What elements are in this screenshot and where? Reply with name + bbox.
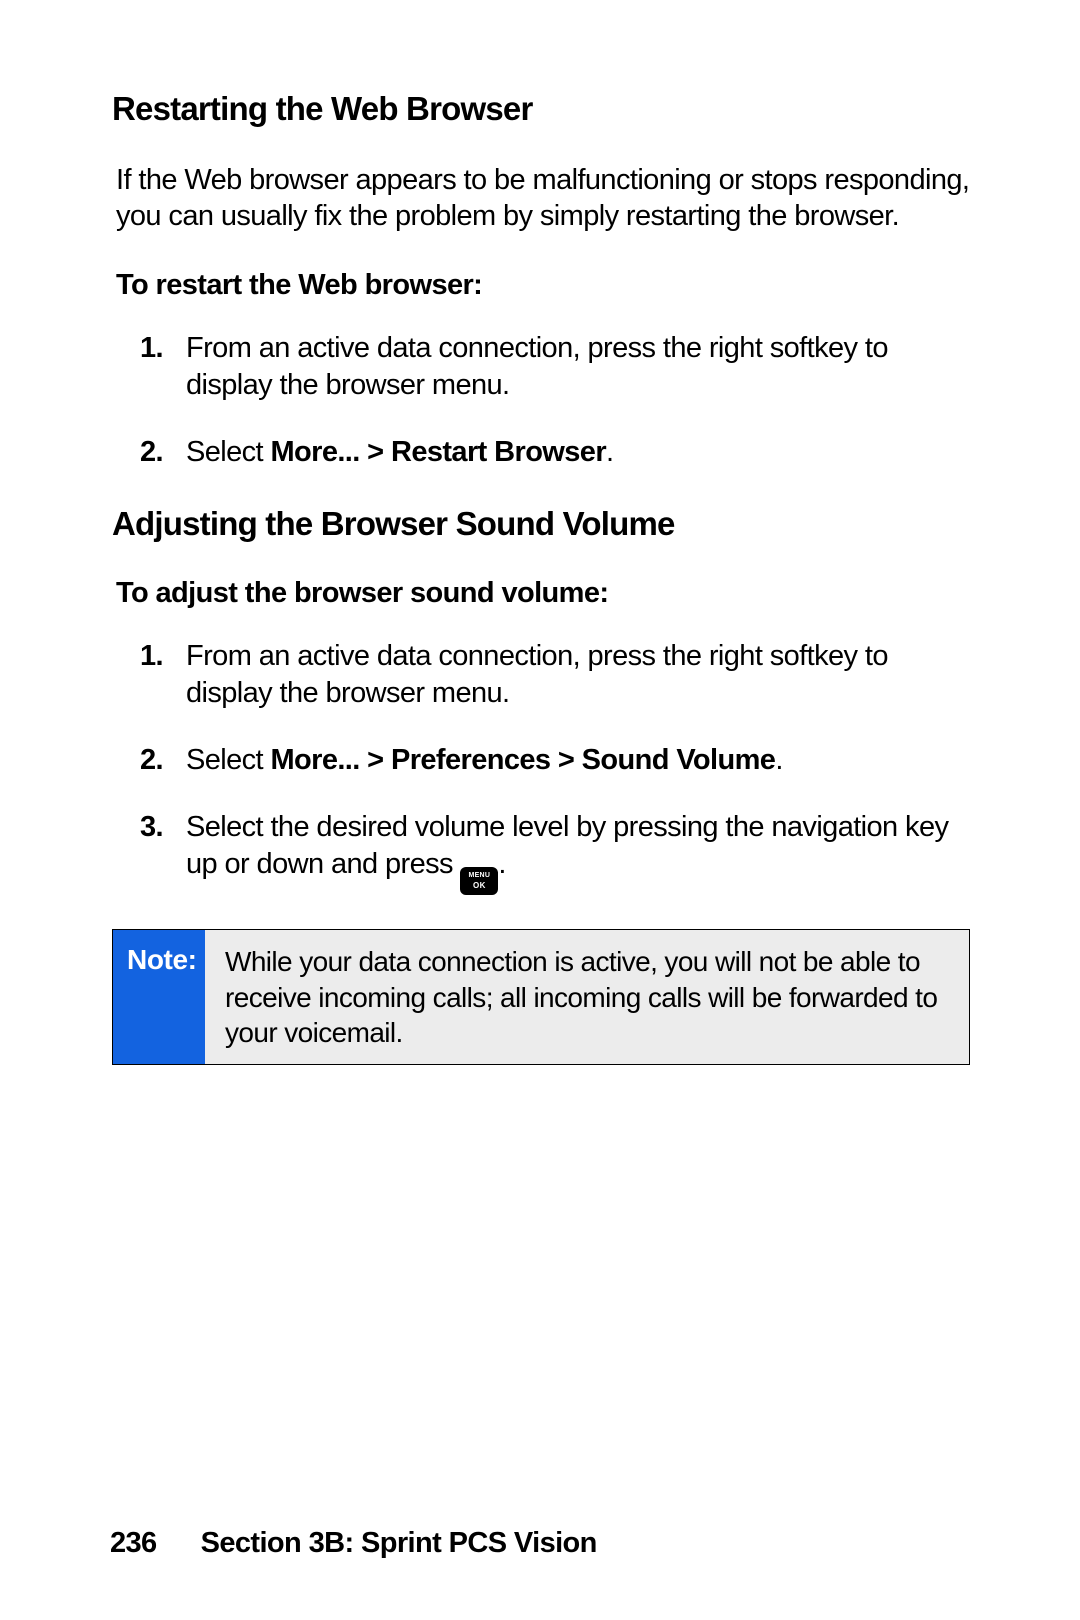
step-item: From an active data connection, press th… [186,330,970,404]
document-page: Restarting the Web Browser If the Web br… [0,0,1080,1620]
note-box: Note: While your data connection is acti… [112,929,970,1065]
step-text: Select [186,744,270,776]
steps-restart: From an active data connection, press th… [116,330,970,471]
subhead-restart: To restart the Web browser: [116,269,970,302]
step-item: Select More... > Restart Browser. [186,434,970,471]
intro-paragraph: If the Web browser appears to be malfunc… [116,162,970,235]
heading-restarting: Restarting the Web Browser [112,90,970,128]
step-text: Select [186,436,270,468]
step-item: From an active data connection, press th… [186,638,970,712]
heading-volume: Adjusting the Browser Sound Volume [112,505,970,543]
step-text: Select the desired volume level by press… [186,811,948,880]
menu-path: More... > Preferences > Sound Volume [270,744,775,776]
page-number: 236 [110,1527,157,1559]
menu-ok-key-icon: MENUOK [460,867,498,895]
subhead-volume: To adjust the browser sound volume: [116,577,970,610]
menu-path: More... > Restart Browser [270,436,606,468]
step-item: Select More... > Preferences > Sound Vol… [186,742,970,779]
step-text: . [606,436,613,468]
step-item: Select the desired volume level by press… [186,809,970,895]
icon-line1: MENU [468,871,490,881]
page-footer: 236 Section 3B: Sprint PCS Vision [110,1527,597,1560]
icon-line2: OK [473,881,486,891]
step-text: . [775,744,782,776]
note-body: While your data connection is active, yo… [205,930,969,1064]
note-label: Note: [113,930,205,1064]
steps-volume: From an active data connection, press th… [116,638,970,895]
section-title: Section 3B: Sprint PCS Vision [201,1527,597,1559]
step-text: . [498,848,505,880]
